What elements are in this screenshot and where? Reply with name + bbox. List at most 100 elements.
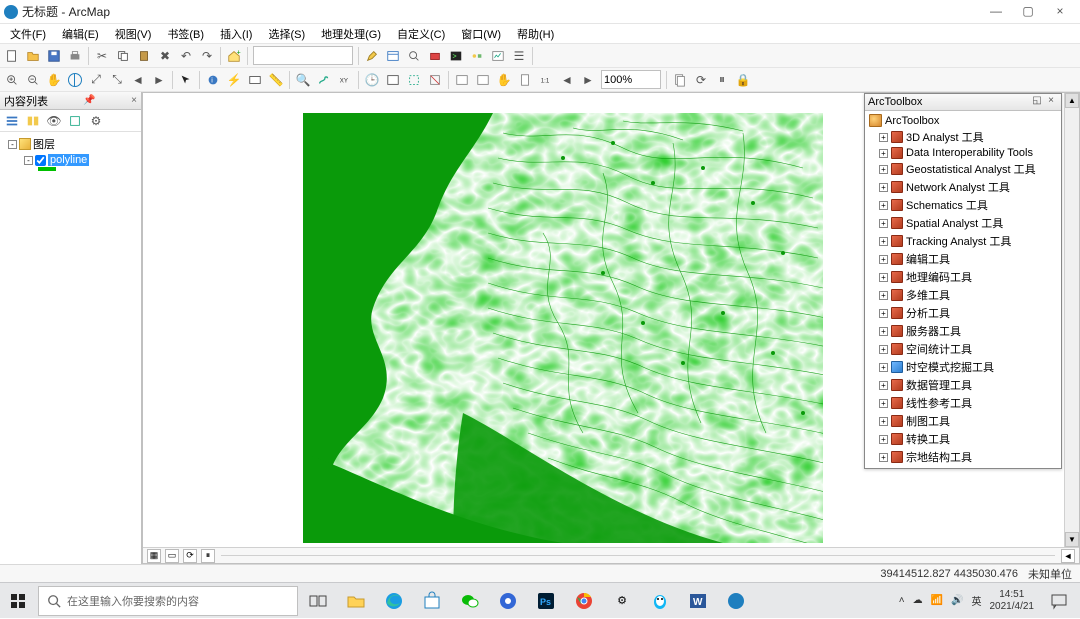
layout-whole-page-button[interactable] xyxy=(515,70,535,90)
layout-zoom-out-button[interactable] xyxy=(473,70,493,90)
arctoolbox-item[interactable]: +服务器工具 xyxy=(867,322,1059,340)
html-popup-button[interactable] xyxy=(245,70,265,90)
time-slider-button[interactable]: 🕒 xyxy=(362,70,382,90)
arctoolbox-root-node[interactable]: ArcToolbox xyxy=(867,113,1059,128)
menu-selection[interactable]: 选择(S) xyxy=(262,25,311,43)
taskbar-search[interactable]: 在这里输入你要搜索的内容 xyxy=(38,586,298,616)
full-extent-button[interactable] xyxy=(65,70,85,90)
layer-symbol-swatch[interactable] xyxy=(38,167,56,171)
scroll-down-button[interactable]: ▼ xyxy=(1065,532,1079,547)
arctoolbox-restore-button[interactable]: ◱ xyxy=(1030,95,1044,109)
layer-visibility-checkbox[interactable] xyxy=(35,155,46,166)
zoom-out-button[interactable] xyxy=(23,70,43,90)
copy-button[interactable] xyxy=(113,46,133,66)
expand-icon[interactable]: + xyxy=(879,381,888,390)
menu-geoprocessing[interactable]: 地理处理(G) xyxy=(315,25,387,43)
toc-list-by-source-button[interactable] xyxy=(23,111,43,131)
toc-layer-node[interactable]: - polyline xyxy=(2,153,139,167)
arctoolbox-item[interactable]: +宗地结构工具 xyxy=(867,448,1059,466)
menu-windows[interactable]: 窗口(W) xyxy=(455,25,507,43)
taskbar-app-qq[interactable] xyxy=(642,583,678,619)
menu-help[interactable]: 帮助(H) xyxy=(511,25,560,43)
toc-close-icon[interactable]: × xyxy=(131,95,137,106)
refresh-view-button[interactable]: ⟳ xyxy=(183,549,197,563)
toc-list-by-drawing-order-button[interactable] xyxy=(2,111,22,131)
collapse-icon[interactable]: - xyxy=(24,156,33,165)
menu-bookmarks[interactable]: 书签(B) xyxy=(161,25,210,43)
arctoolbox-header[interactable]: ArcToolbox ◱ × xyxy=(865,94,1061,111)
clear-selection-button[interactable] xyxy=(425,70,445,90)
expand-icon[interactable]: + xyxy=(879,183,888,192)
print-button[interactable] xyxy=(65,46,85,66)
toc-header[interactable]: 内容列表 📌 × xyxy=(0,92,141,110)
identify-button[interactable]: i xyxy=(203,70,223,90)
new-doc-button[interactable] xyxy=(2,46,22,66)
refresh-button[interactable]: ⟳ xyxy=(691,70,711,90)
layout-pan-button[interactable]: ✋ xyxy=(494,70,514,90)
window-minimize-button[interactable]: — xyxy=(980,0,1012,24)
expand-icon[interactable]: + xyxy=(879,345,888,354)
tray-network-icon[interactable]: 📶 xyxy=(931,595,943,606)
select-features-button[interactable] xyxy=(404,70,424,90)
editor-toolbar-icon[interactable] xyxy=(362,46,382,66)
menu-file[interactable]: 文件(F) xyxy=(4,25,52,43)
expand-icon[interactable]: + xyxy=(879,435,888,444)
go-back-button[interactable]: ◄ xyxy=(128,70,148,90)
arctoolbox-item[interactable]: +多维工具 xyxy=(867,286,1059,304)
expand-icon[interactable]: + xyxy=(879,273,888,282)
arctoolbox-item[interactable]: +制图工具 xyxy=(867,412,1059,430)
layout-forward-button[interactable]: ► xyxy=(578,70,598,90)
tray-volume-icon[interactable]: 🔊 xyxy=(951,595,963,606)
taskbar-app-browser[interactable] xyxy=(490,583,526,619)
window-close-button[interactable]: × xyxy=(1044,0,1076,24)
find-button[interactable]: 🔍 xyxy=(293,70,313,90)
tray-clock[interactable]: 14:51 2021/4/21 xyxy=(990,589,1035,613)
cut-button[interactable]: ✂ xyxy=(92,46,112,66)
collapse-icon[interactable]: - xyxy=(8,140,17,149)
arctoolbox-item[interactable]: +线性参考工具 xyxy=(867,394,1059,412)
tray-overflow-button[interactable]: ˄ xyxy=(899,595,905,606)
arctoolbox-item[interactable]: +数据管理工具 xyxy=(867,376,1059,394)
task-view-button[interactable] xyxy=(300,583,336,619)
expand-icon[interactable]: + xyxy=(879,201,888,210)
expand-icon[interactable]: + xyxy=(879,399,888,408)
arctoolbox-item[interactable]: +空间统计工具 xyxy=(867,340,1059,358)
fixed-zoom-in-button[interactable]: ⤢ xyxy=(86,70,106,90)
layout-view-button[interactable]: ▭ xyxy=(165,549,179,563)
menu-view[interactable]: 视图(V) xyxy=(109,25,158,43)
redo-button[interactable]: ↷ xyxy=(197,46,217,66)
zoom-in-button[interactable] xyxy=(2,70,22,90)
modelbuilder-button[interactable] xyxy=(467,46,487,66)
catalog-window-button[interactable] xyxy=(383,46,403,66)
arctoolbox-panel[interactable]: ArcToolbox ◱ × ArcToolbox +3D Analyst 工具… xyxy=(864,93,1062,469)
arctoolbox-item[interactable]: +3D Analyst 工具 xyxy=(867,128,1059,146)
data-view-button[interactable]: ▦ xyxy=(147,549,161,563)
menu-edit[interactable]: 编辑(E) xyxy=(56,25,105,43)
pan-button[interactable]: ✋ xyxy=(44,70,64,90)
arctoolbox-item[interactable]: +Spatial Analyst 工具 xyxy=(867,214,1059,232)
table-of-contents-button[interactable]: ☰ xyxy=(509,46,529,66)
taskbar-app-wechat[interactable] xyxy=(452,583,488,619)
layout-zoom-100-button[interactable]: 1:1 xyxy=(536,70,556,90)
expand-icon[interactable]: + xyxy=(879,417,888,426)
arctoolbox-item[interactable]: +编辑工具 xyxy=(867,250,1059,268)
measure-button[interactable]: 📏 xyxy=(266,70,286,90)
taskbar-app-word[interactable]: W xyxy=(680,583,716,619)
add-data-button[interactable]: + xyxy=(224,46,244,66)
arctoolbox-item[interactable]: +Schematics 工具 xyxy=(867,196,1059,214)
menu-customize[interactable]: 自定义(C) xyxy=(391,25,451,43)
toc-pin-icon[interactable]: 📌 xyxy=(83,95,95,106)
go-to-xy-button[interactable]: XY xyxy=(335,70,355,90)
delete-button[interactable]: ✖ xyxy=(155,46,175,66)
layout-zoom-combo[interactable] xyxy=(601,70,661,89)
hscroll-left-button[interactable]: ◄ xyxy=(1061,549,1075,563)
taskbar-app-settings[interactable]: ⚙ xyxy=(604,583,640,619)
arctoolbox-item[interactable]: +Geostatistical Analyst 工具 xyxy=(867,160,1059,178)
expand-icon[interactable]: + xyxy=(879,309,888,318)
data-driven-pages-button[interactable] xyxy=(670,70,690,90)
lock-button[interactable]: 🔒 xyxy=(733,70,753,90)
layout-back-button[interactable]: ◄ xyxy=(557,70,577,90)
expand-icon[interactable]: + xyxy=(879,237,888,246)
arctoolbox-item[interactable]: +Tracking Analyst 工具 xyxy=(867,232,1059,250)
search-window-button[interactable] xyxy=(404,46,424,66)
